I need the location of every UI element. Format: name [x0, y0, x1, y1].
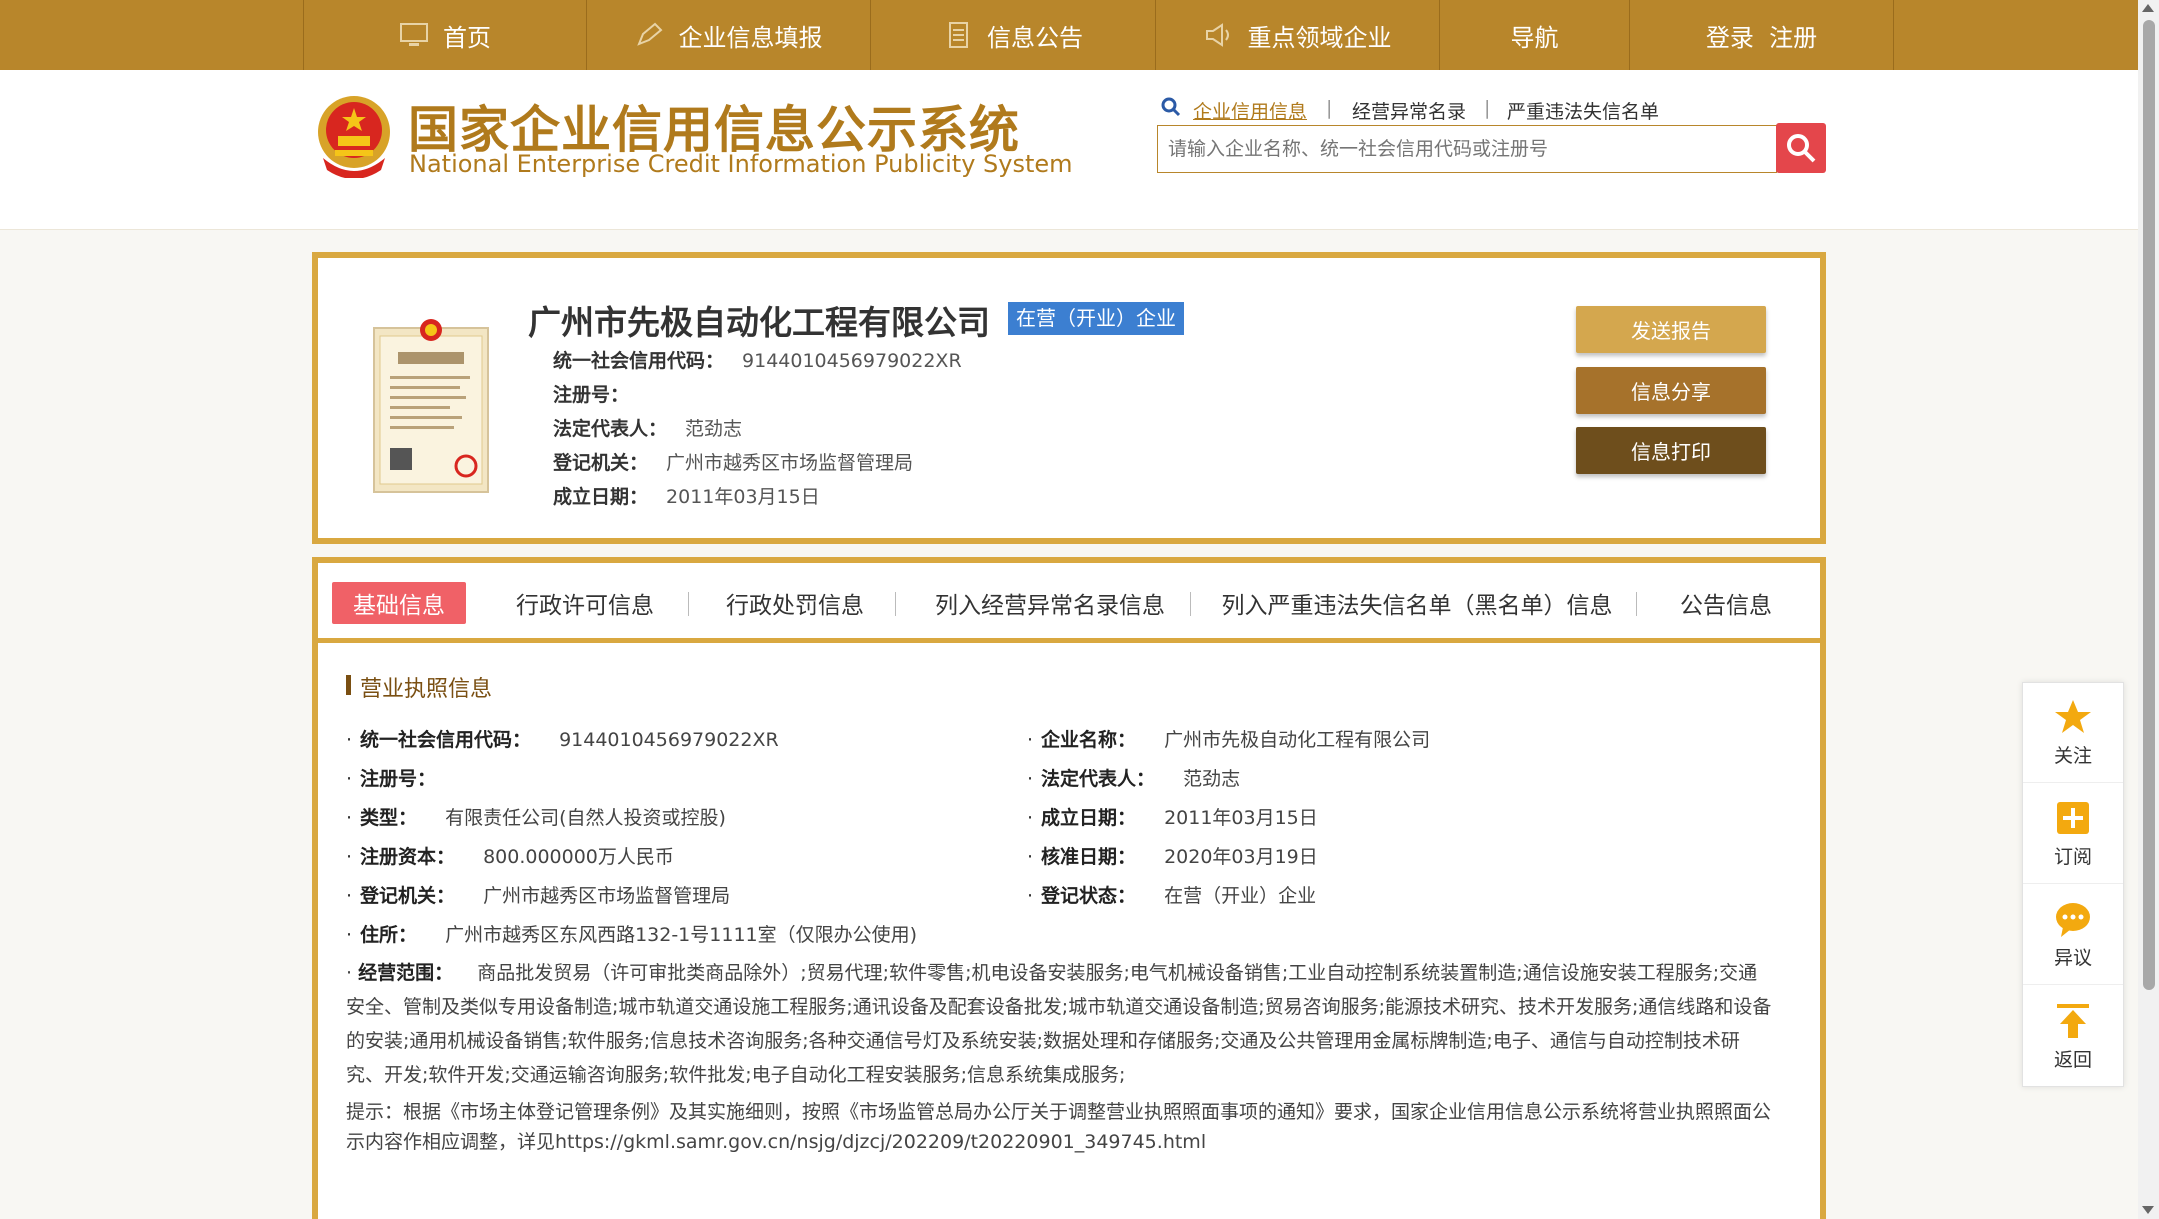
nav-announcement[interactable]: 信息公告	[870, 0, 1155, 70]
search-icon	[1787, 134, 1816, 163]
field-legal-rep: · 法定代表人： 范劲志	[1027, 768, 1241, 790]
document-icon	[949, 22, 968, 48]
nav-login-register[interactable]: 登录 注册	[1629, 0, 1894, 70]
field-address: · 住所： 广州市越秀区东风西路132-1号1111室（仅限办公使用)	[346, 924, 918, 946]
print-info-button[interactable]: 信息打印	[1576, 427, 1766, 474]
tab-abnormal-list[interactable]: 列入经营异常名录信息	[920, 582, 1180, 624]
search-box	[1157, 125, 1777, 173]
search-tab-abnormal-list[interactable]: 经营异常名录	[1352, 97, 1466, 124]
field-type: · 类型： 有限责任公司(自然人投资或控股)	[346, 807, 726, 829]
monitor-icon	[400, 23, 428, 46]
search-button[interactable]	[1776, 123, 1826, 173]
scroll-up-arrow[interactable]	[2142, 4, 2154, 12]
summary-legal-rep: 法定代表人： 范劲志	[553, 418, 743, 440]
tab-divider	[1190, 592, 1191, 616]
search-tab-dishonest-list[interactable]: 严重违法失信名单	[1507, 97, 1659, 124]
nav-home-label: 首页	[443, 23, 491, 52]
nav-enterprise-report-label: 企业信息填报	[678, 23, 823, 52]
status-badge: 在营（开业）企业	[1008, 302, 1184, 335]
nav-guide[interactable]: 导航	[1439, 0, 1629, 70]
scrollbar-thumb[interactable]	[2143, 20, 2155, 990]
chat-icon	[2056, 903, 2090, 937]
field-credit-code: · 统一社会信用代码： 9144010456979022XR	[346, 729, 779, 751]
tab-admin-license[interactable]: 行政许可信息	[505, 582, 665, 624]
summary-found-date: 成立日期： 2011年03月15日	[553, 486, 820, 508]
tab-admin-penalty[interactable]: 行政处罚信息	[712, 582, 878, 624]
nav-announcement-label: 信息公告	[987, 23, 1083, 52]
search-tab-divider: |	[1484, 97, 1491, 119]
nav-key-sector-label: 重点领域企业	[1247, 23, 1392, 52]
send-report-button[interactable]: 发送报告	[1576, 306, 1766, 353]
field-reg-authority: · 登记机关： 广州市越秀区市场监督管理局	[346, 885, 731, 907]
tab-divider	[895, 592, 896, 616]
summary-reg-no: 注册号：	[553, 384, 630, 406]
logo-title-en: National Enterprise Credit Information P…	[409, 150, 1073, 178]
tab-basic-info[interactable]: 基础信息	[332, 582, 466, 624]
subscribe-button[interactable]: 订阅	[2023, 784, 2123, 884]
field-company-name: · 企业名称： 广州市先极自动化工程有限公司	[1027, 729, 1431, 751]
notice-tip: 提示：根据《市场主体登记管理条例》及其实施细则，按照《市场监管总局办公厅关于调整…	[346, 1101, 1772, 1153]
field-reg-capital: · 注册资本： 800.000000万人民币	[346, 846, 674, 868]
field-reg-no: · 注册号：	[346, 768, 437, 790]
floating-toolbar: 关注 订阅 异议 返回	[2022, 682, 2124, 1087]
summary-reg-authority: 登记机关： 广州市越秀区市场监督管理局	[553, 452, 914, 474]
tab-divider	[1636, 592, 1637, 616]
nav-key-sector[interactable]: 重点领域企业	[1155, 0, 1439, 70]
search-tab-divider: |	[1326, 97, 1333, 119]
back-to-top-button[interactable]: 返回	[2023, 986, 2123, 1086]
edit-icon	[636, 22, 662, 46]
summary-credit-code: 统一社会信用代码： 9144010456979022XR	[553, 350, 962, 372]
search-input[interactable]	[1158, 126, 1776, 172]
nav-enterprise-report[interactable]: 企业信息填报	[586, 0, 870, 70]
nav-login-register-label: 登录 注册	[1705, 23, 1818, 52]
field-found-date: · 成立日期： 2011年03月15日	[1027, 807, 1318, 829]
field-approval-date: · 核准日期： 2020年03月19日	[1027, 846, 1318, 868]
field-reg-status: · 登记状态： 在营（开业）企业	[1027, 885, 1317, 907]
national-emblem-logo	[318, 96, 390, 178]
arrow-up-icon	[2057, 1003, 2089, 1038]
company-name: 广州市先极自动化工程有限公司	[528, 303, 990, 342]
business-scope: · 经营范围： 商品批发贸易（许可审批类商品除外）;贸易代理;软件零售;机电设备…	[346, 962, 1772, 1086]
search-tab-credit-info[interactable]: 企业信用信息	[1193, 97, 1307, 124]
tab-blacklist[interactable]: 列入严重违法失信名单（黑名单）信息	[1222, 582, 1613, 624]
tab-announcement[interactable]: 公告信息	[1666, 582, 1786, 624]
tab-divider	[688, 592, 689, 616]
share-info-button[interactable]: 信息分享	[1576, 367, 1766, 414]
nav-home[interactable]: 首页	[303, 0, 586, 70]
section-title: 营业执照信息	[346, 671, 492, 703]
scroll-down-arrow[interactable]	[2142, 1206, 2154, 1214]
speaker-icon	[1205, 23, 1229, 47]
star-icon	[2055, 700, 2091, 733]
objection-button[interactable]: 异议	[2023, 885, 2123, 985]
top-nav: 首页 企业信息填报 信息公告 重点领域企业 导航 登录 注册	[0, 0, 2138, 70]
plus-icon	[2057, 802, 2089, 834]
follow-button[interactable]: 关注	[2023, 683, 2123, 783]
search-icon	[1161, 97, 1181, 117]
nav-guide-label: 导航	[1510, 23, 1559, 52]
business-license-image	[373, 319, 489, 493]
